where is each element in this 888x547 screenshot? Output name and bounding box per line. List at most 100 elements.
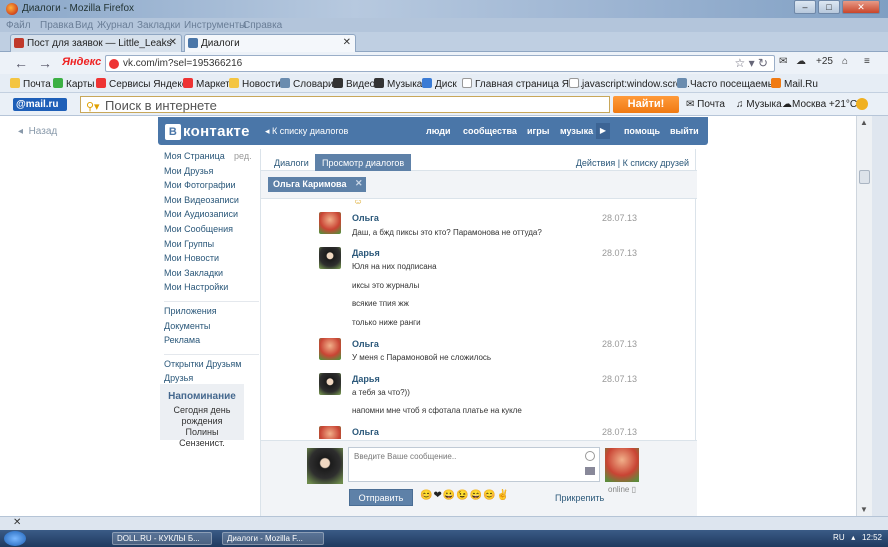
back-arrow-icon[interactable]: ← <box>14 55 28 71</box>
nav-communities[interactable]: сообщества <box>463 126 517 136</box>
close-tab-icon[interactable]: ✕ <box>343 37 351 48</box>
participant-chip[interactable]: Ольга Каримова ✕ <box>268 177 367 192</box>
tab-view-dialogs[interactable]: Просмотр диалогов <box>315 154 412 171</box>
message-author[interactable]: Дарья <box>352 248 380 258</box>
nav-games[interactable]: игры <box>527 126 549 136</box>
bookmark-item[interactable]: Сервисы Яндекса <box>96 78 192 90</box>
nav-logout[interactable]: выйти <box>670 126 699 136</box>
mailru-mail-link[interactable]: ✉ Почта <box>686 99 725 110</box>
menu-my-videos[interactable]: Мои Видеозаписи <box>164 195 259 210</box>
close-findbar-icon[interactable]: ✕ <box>13 517 21 528</box>
page-scrollbar[interactable]: ▲ ▼ <box>856 116 872 516</box>
bookmark-item[interactable]: Новости <box>229 78 281 90</box>
menu-my-friends[interactable]: Мои Друзья <box>164 166 259 181</box>
weather-widget[interactable]: ☁Москва +21°C <box>782 99 857 110</box>
cloud-icon[interactable]: ☁ <box>796 56 806 67</box>
scroll-down-icon[interactable]: ▼ <box>860 505 868 514</box>
close-window-button[interactable]: ✕ <box>842 0 880 14</box>
message-author[interactable]: Ольга <box>352 213 379 223</box>
nav-people[interactable]: люди <box>426 126 451 136</box>
nav-help[interactable]: помощь <box>624 126 660 136</box>
menu-ads[interactable]: Реклама <box>164 335 259 350</box>
message-history[interactable]: ☺ Ольга 28.07.13 Даш, а бжд пиксы это кт… <box>261 200 697 439</box>
recipient-avatar[interactable] <box>605 448 639 482</box>
to-friends-link[interactable]: К списку друзей <box>623 158 689 168</box>
bookmark-item[interactable]: Почта <box>10 78 51 90</box>
menu-help[interactable]: Справка <box>243 20 282 31</box>
bookmark-item[interactable]: Mail.Ru <box>771 78 818 90</box>
remove-chip-icon[interactable]: ✕ <box>355 178 363 189</box>
send-button[interactable]: Отправить <box>349 489 413 506</box>
mailru-search-input[interactable]: ⚲▾ Поиск в интернете <box>80 96 610 113</box>
actions-link[interactable]: Действия <box>576 158 615 168</box>
scroll-up-icon[interactable]: ▲ <box>860 118 868 127</box>
forward-arrow-icon[interactable]: → <box>38 55 52 71</box>
menu-file[interactable]: Файл <box>6 20 31 31</box>
nav-music[interactable]: музыка <box>560 126 593 136</box>
bookmark-item[interactable]: Музыка <box>374 78 422 90</box>
message-author[interactable]: Дарья <box>352 374 380 384</box>
tab-dialogs[interactable]: Диалоги ✕ <box>184 34 356 52</box>
taskbar-item[interactable]: Диалоги - Mozilla F... <box>222 532 324 545</box>
menu-postcards[interactable]: Открытки Друзьям <box>164 359 259 374</box>
home-icon[interactable]: ⌂ <box>842 56 848 67</box>
menu-my-settings[interactable]: Мои Настройки <box>164 282 259 297</box>
bookmark-item[interactable]: Видео <box>333 78 375 90</box>
start-button[interactable] <box>4 531 26 546</box>
bookmark-item[interactable]: Часто посещаемые <box>677 78 781 90</box>
camera-icon[interactable] <box>585 467 595 475</box>
menu-view[interactable]: Вид <box>75 20 93 31</box>
avatar[interactable] <box>319 338 341 360</box>
back-link[interactable]: ◂ Назад <box>18 126 57 137</box>
minimize-button[interactable]: – <box>794 0 816 14</box>
bookmark-item[interactable]: javascript:window.scro... <box>569 78 690 90</box>
avatar[interactable] <box>319 373 341 395</box>
message-author[interactable]: Ольга <box>352 427 379 437</box>
find-button[interactable]: Найти! <box>613 96 679 113</box>
bookmark-item[interactable]: Словари <box>280 78 334 90</box>
mailru-logo[interactable]: @mail.ru <box>13 98 67 111</box>
menu-edit[interactable]: Правка <box>40 20 74 31</box>
avatar[interactable] <box>319 426 341 439</box>
menu-my-photos[interactable]: Мои Фотографии <box>164 180 259 195</box>
quick-smiles[interactable]: 😊❤😀😉😄😊✌ <box>420 490 510 501</box>
maximize-button[interactable]: □ <box>818 0 840 14</box>
avatar[interactable] <box>319 212 341 234</box>
menu-tools[interactable]: Инструменты <box>184 20 246 31</box>
my-avatar[interactable] <box>307 448 343 484</box>
mailru-extra-icon[interactable] <box>856 98 868 110</box>
menu-bookmarks[interactable]: Закладки <box>137 20 180 31</box>
menu-history[interactable]: Журнал <box>97 20 134 31</box>
menu-apps[interactable]: Приложения <box>164 306 259 321</box>
bookmark-item[interactable]: Главная страница Ян... <box>462 78 583 90</box>
taskbar-item[interactable]: DOLL.RU - КУКЛЫ Б... <box>112 532 212 545</box>
emoji-icon[interactable] <box>585 451 595 461</box>
avatar[interactable] <box>319 247 341 269</box>
bookmark-item[interactable]: Диск <box>422 78 457 90</box>
message-author[interactable]: Ольга <box>352 339 379 349</box>
scroll-thumb[interactable] <box>859 170 870 184</box>
tab-little-leaks[interactable]: Пост для заявок — Little_Leaks ✕ <box>10 34 182 52</box>
mail-icon[interactable]: ✉ <box>779 56 787 67</box>
notification-counter[interactable]: +25 <box>816 56 833 67</box>
menu-my-audio[interactable]: Мои Аудиозаписи <box>164 209 259 224</box>
menu-my-page[interactable]: Моя Страница <box>164 151 259 166</box>
menu-my-groups[interactable]: Мои Группы <box>164 239 259 254</box>
bookmark-item[interactable]: Маркет <box>183 78 230 90</box>
play-icon[interactable]: ▶ <box>596 123 610 139</box>
menu-my-news[interactable]: Мои Новости <box>164 253 259 268</box>
tab-dialogs-list[interactable]: Диалоги <box>267 154 316 171</box>
mailru-music-link[interactable]: ♫ Музыка <box>736 99 782 110</box>
star-reload-icon[interactable]: ☆ ▾ ↻ <box>734 56 768 70</box>
menu-icon[interactable]: ≡ <box>864 56 870 67</box>
attach-link[interactable]: Прикрепить <box>555 493 604 503</box>
message-input[interactable]: Введите Ваше сообщение.. <box>348 447 600 482</box>
bookmark-item[interactable]: Карты <box>53 78 95 90</box>
vk-logo[interactable]: Вконтакте <box>165 123 250 140</box>
language-indicator[interactable]: RU <box>833 533 845 542</box>
menu-my-messages[interactable]: Мои Сообщения <box>164 224 259 239</box>
clock[interactable]: 12:52 <box>862 533 882 542</box>
close-tab-icon[interactable]: ✕ <box>169 37 177 48</box>
birthday-reminder[interactable]: Напоминание Сегодня день рождения Полины… <box>160 384 244 448</box>
address-bar[interactable]: vk.com/im?sel=195366216 ☆ ▾ ↻ <box>105 55 775 72</box>
